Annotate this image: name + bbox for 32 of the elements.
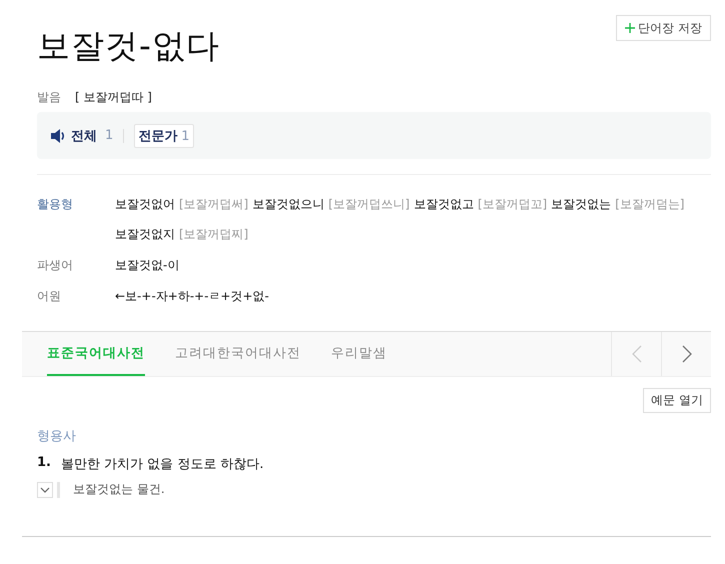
part-of-speech: 형용사 [37, 428, 77, 445]
etymology-label: 어원 [37, 288, 62, 305]
expert-audio-button[interactable]: 전문가 1 [134, 124, 194, 148]
form-pronunciation: [보잘꺼덤는] [615, 197, 684, 211]
etymology-text: ←보-+-자+하-+-ㄹ+것+없- [115, 288, 269, 305]
conjugated-form: 보잘것없으니 [252, 197, 324, 211]
save-to-wordbook-button[interactable]: 단어장 저장 [616, 15, 711, 41]
form-pronunciation: [보잘꺼덥꼬] [478, 197, 548, 211]
conjugated-form: 보잘것없고 [414, 197, 474, 211]
play-all-button[interactable]: 전체 1 [51, 126, 114, 144]
chevron-down-icon [40, 486, 50, 492]
derivative-word: 보잘것없-이 [115, 257, 180, 274]
conjugation-label: 활용형 [37, 196, 74, 213]
headword: 보잘것-없다 [37, 26, 220, 66]
open-examples-button[interactable]: 예문 열기 [643, 388, 711, 413]
pronunciation-label: 발음 [37, 88, 61, 106]
speaker-icon [51, 128, 67, 142]
form-pronunciation: [보잘꺼덥쓰니] [328, 197, 410, 211]
form-pronunciation: [보잘꺼덥써] [179, 197, 248, 211]
plus-icon [625, 23, 636, 33]
sense-number: 1. [37, 455, 51, 472]
example-sentence: 보잘것없는 물건. [73, 481, 165, 498]
chevron-left-icon [632, 345, 642, 363]
derivative-label: 파생어 [37, 257, 74, 274]
conjugated-form: 보잘것없지 [115, 227, 175, 241]
chevron-right-icon [682, 345, 692, 363]
conjugated-form: 보잘것없는 [551, 197, 612, 211]
pronunciation-text: [ 보잘꺼덥따 ] [75, 88, 152, 106]
definition-text: 볼만한 가치가 없을 정도로 하찮다. [60, 456, 264, 473]
conjugated-form: 보잘것없어 [115, 197, 175, 211]
form-pronunciation: [보잘꺼덥찌] [179, 227, 248, 241]
expand-toggle[interactable] [37, 482, 53, 498]
